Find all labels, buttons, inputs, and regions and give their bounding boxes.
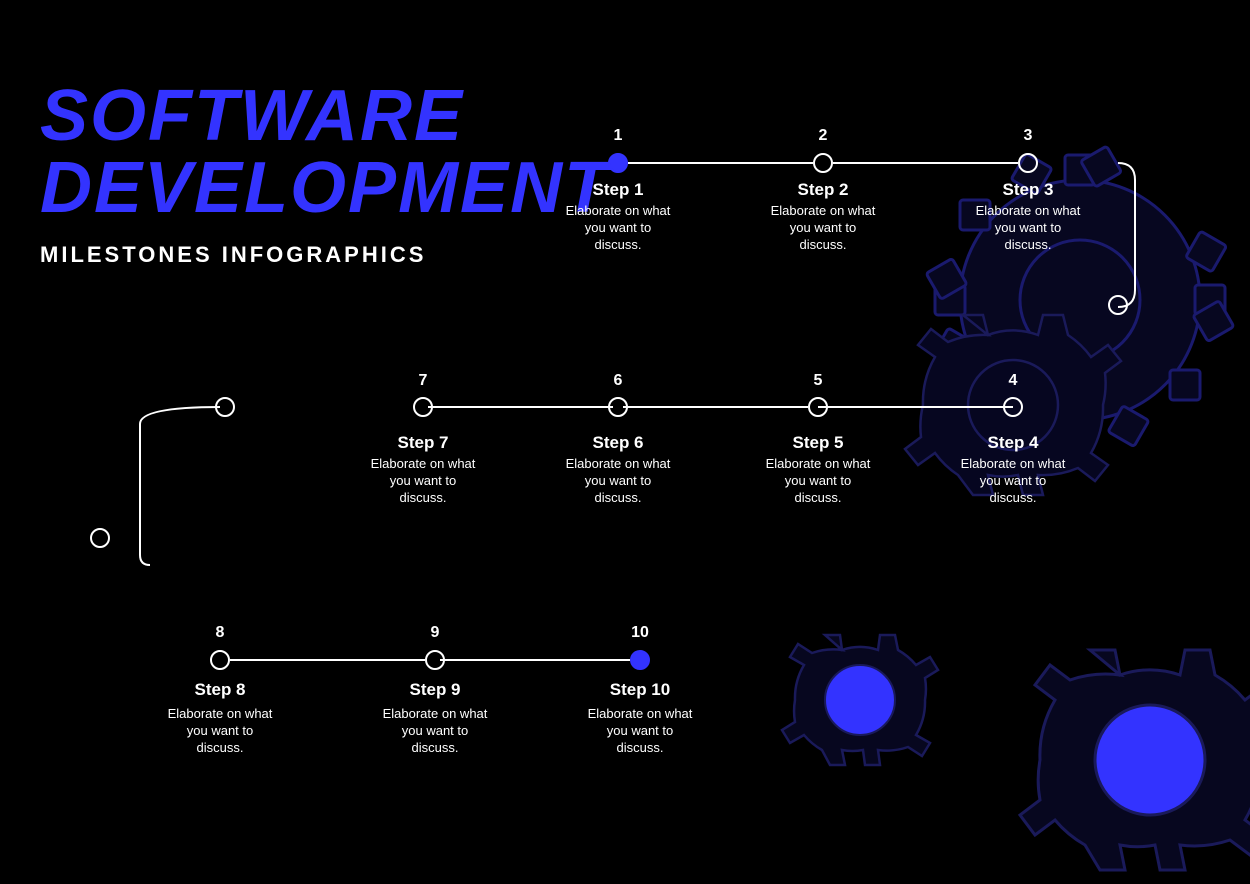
step8-desc-l3: discuss. xyxy=(197,740,244,755)
step5-num-label: 5 xyxy=(814,372,823,389)
step1-desc-l3: discuss. xyxy=(595,237,642,252)
step10-title: Step 10 xyxy=(610,680,670,699)
step2-desc-l1: Elaborate on what xyxy=(771,203,876,218)
step5-desc-l3: discuss. xyxy=(795,490,842,505)
step9-num-label: 9 xyxy=(431,624,440,641)
step9-desc-l1: Elaborate on what xyxy=(383,706,488,721)
step3-desc-l2: you want to xyxy=(995,220,1062,235)
step7-circle xyxy=(414,398,432,416)
step5-desc-l1: Elaborate on what xyxy=(766,456,871,471)
step4-desc-l3: discuss. xyxy=(990,490,1037,505)
gear-bottom-center xyxy=(782,635,938,765)
main-container: SOFTWARE DEVELOPMENT MILESTONES INFOGRAP… xyxy=(0,0,1250,884)
step3-desc-l3: discuss. xyxy=(1005,237,1052,252)
step7-desc-l3: discuss. xyxy=(400,490,447,505)
step1-circle xyxy=(609,154,627,172)
step8-desc-l1: Elaborate on what xyxy=(168,706,273,721)
step4-desc-l2: you want to xyxy=(980,473,1047,488)
step4-desc-l1: Elaborate on what xyxy=(961,456,1066,471)
step7-desc-l1: Elaborate on what xyxy=(371,456,476,471)
step6-desc-l2: you want to xyxy=(585,473,652,488)
step7-title: Step 7 xyxy=(397,433,448,452)
step6-title: Step 6 xyxy=(592,433,643,452)
step2-desc-l2: you want to xyxy=(790,220,857,235)
step6-num-label: 6 xyxy=(614,372,623,389)
step10-desc-l3: discuss. xyxy=(617,740,664,755)
step1-desc-l1: Elaborate on what xyxy=(566,203,671,218)
step7-turn-circle xyxy=(91,529,109,547)
connector-7-turn xyxy=(140,407,220,565)
step9-desc-l2: you want to xyxy=(402,723,469,738)
step6-circle xyxy=(609,398,627,416)
step8-desc-l2: you want to xyxy=(187,723,254,738)
infographic-svg: 1 2 3 4 5 6 7 xyxy=(0,0,1250,884)
step4-circle xyxy=(1004,398,1022,416)
step10-desc-l1: Elaborate on what xyxy=(588,706,693,721)
step1-title: Step 1 xyxy=(592,180,643,199)
step7-left-circle xyxy=(216,398,234,416)
step7-num-label: 7 xyxy=(419,372,428,389)
step2-num-label: 2 xyxy=(819,127,828,144)
step7-desc-l2: you want to xyxy=(390,473,457,488)
step5-title: Step 5 xyxy=(792,433,843,452)
step2-desc-l3: discuss. xyxy=(800,237,847,252)
gear-bottom-right xyxy=(1020,650,1250,870)
step6-desc-l3: discuss. xyxy=(595,490,642,505)
step10-desc-l2: you want to xyxy=(607,723,674,738)
step3-title: Step 3 xyxy=(1002,180,1053,199)
step1-desc-l2: you want to xyxy=(585,220,652,235)
step3-desc-l1: Elaborate on what xyxy=(976,203,1081,218)
step2-title: Step 2 xyxy=(797,180,848,199)
step4-num-label: 4 xyxy=(1009,372,1018,389)
step9-circle xyxy=(426,651,444,669)
step8-title: Step 8 xyxy=(194,680,245,699)
step9-desc-l3: discuss. xyxy=(412,740,459,755)
step5-circle xyxy=(809,398,827,416)
step6-desc-l1: Elaborate on what xyxy=(566,456,671,471)
step4-title: Step 4 xyxy=(987,433,1039,452)
step8-circle xyxy=(211,651,229,669)
step9-title: Step 9 xyxy=(409,680,460,699)
step3-num-label: 3 xyxy=(1024,127,1033,144)
step8-num-label: 8 xyxy=(216,624,225,641)
step3-turn-circle xyxy=(1109,296,1127,314)
step3-circle xyxy=(1019,154,1037,172)
step10-circle xyxy=(631,651,649,669)
step1-num-label: 1 xyxy=(614,127,623,144)
step5-desc-l2: you want to xyxy=(785,473,852,488)
step10-num-label: 10 xyxy=(631,624,649,641)
step2-circle xyxy=(814,154,832,172)
